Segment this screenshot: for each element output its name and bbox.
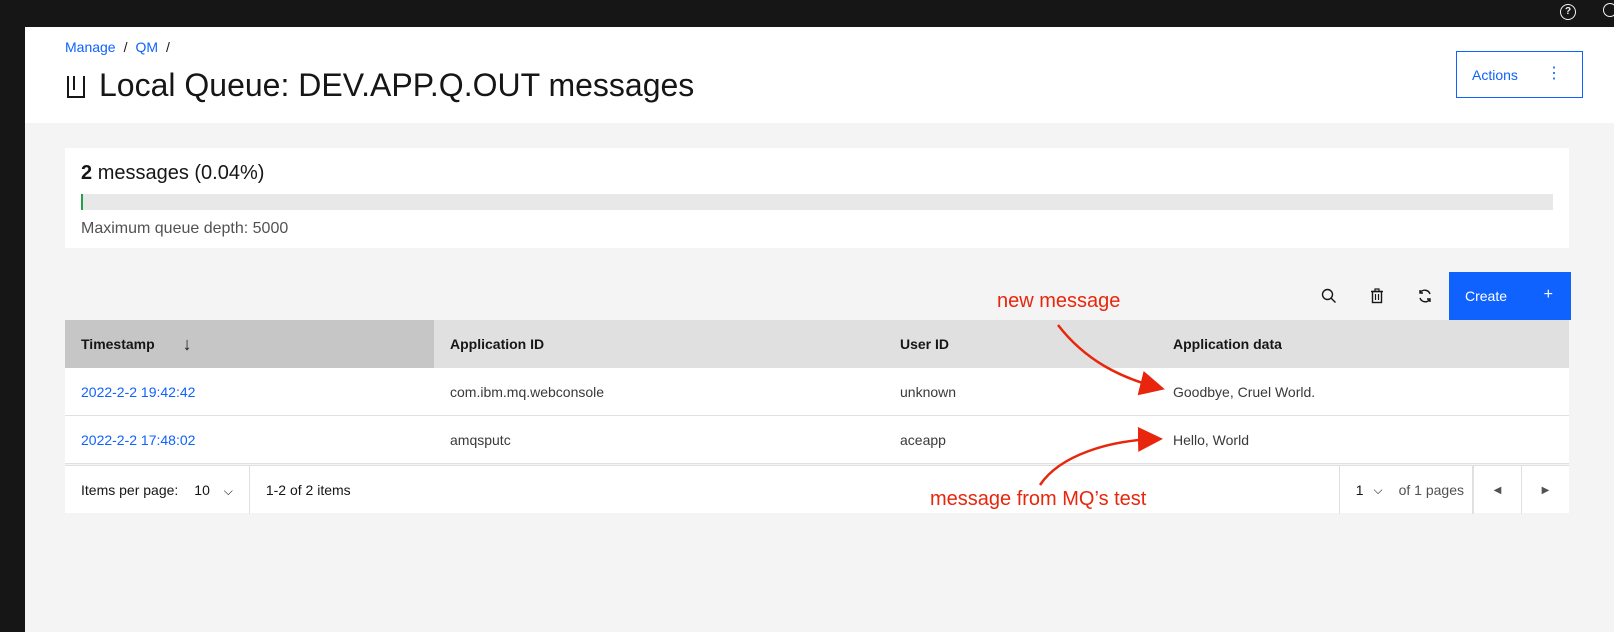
caret-right-icon: ▶ <box>1541 484 1550 496</box>
breadcrumb-separator: / <box>166 39 170 55</box>
timestamp-link[interactable]: 2022-2-2 19:42:42 <box>65 368 434 416</box>
pagination-bar: Items per page: 10 ⌵ 1-2 of 2 items 1 ⌵ … <box>65 465 1569 514</box>
items-per-page-select[interactable]: 10 ⌵ <box>194 482 233 499</box>
page-select-value: 1 <box>1355 482 1364 498</box>
actions-label: Actions <box>1472 66 1518 83</box>
table-row: 2022-2-2 19:42:42 com.ibm.mq.webconsole … <box>65 368 1569 416</box>
user-id-cell: unknown <box>900 384 957 400</box>
previous-page-button[interactable]: ◀ <box>1473 466 1521 514</box>
messages-table: Timestamp ↓ Application ID User ID Appli… <box>65 320 1569 464</box>
application-data-cell: Goodbye, Cruel World. <box>1173 384 1316 400</box>
column-header-label: User ID <box>900 336 950 352</box>
max-queue-depth: Maximum queue depth: 5000 <box>81 220 289 237</box>
column-header-application-data[interactable]: Application data <box>1157 320 1569 368</box>
overflow-menu-icon: ⋮ <box>1546 65 1562 82</box>
column-header-label: Application data <box>1173 336 1282 352</box>
top-bar: ? <box>0 0 1614 27</box>
message-count: 2 messages (0.04%) <box>81 162 264 185</box>
delete-button[interactable] <box>1353 272 1401 320</box>
column-header-user-id[interactable]: User ID <box>884 320 1157 368</box>
search-button[interactable] <box>1305 272 1353 320</box>
notification-icon[interactable] <box>1603 3 1614 17</box>
plus-icon: + <box>1543 286 1553 303</box>
column-header-timestamp[interactable]: Timestamp ↓ <box>65 320 434 368</box>
refresh-button[interactable] <box>1401 272 1449 320</box>
table-header: Timestamp ↓ Application ID User ID Appli… <box>65 320 1569 368</box>
message-count-suffix: messages (0.04%) <box>97 162 265 184</box>
queue-icon <box>65 74 87 98</box>
create-label: Create <box>1465 288 1508 304</box>
message-count-number: 2 <box>81 162 93 184</box>
create-button[interactable]: Create + <box>1449 272 1571 320</box>
items-per-page-value: 10 <box>194 481 210 498</box>
caret-left-icon: ◀ <box>1493 484 1502 496</box>
application-id-cell: com.ibm.mq.webconsole <box>450 384 605 400</box>
application-data-cell: Hello, World <box>1173 432 1249 448</box>
trash-icon <box>1371 288 1383 304</box>
column-header-label: Application ID <box>450 336 545 352</box>
chevron-down-icon: ⌵ <box>223 483 233 498</box>
items-per-page: Items per page: 10 ⌵ <box>65 466 250 514</box>
table-toolbar: Create + <box>1305 272 1571 320</box>
actions-button[interactable]: Actions ⋮ <box>1456 51 1583 98</box>
next-page-button[interactable]: ▶ <box>1521 466 1569 514</box>
breadcrumb-qm[interactable]: QM <box>135 39 158 55</box>
column-header-application-id[interactable]: Application ID <box>434 320 884 368</box>
queue-depth-card: 2 messages (0.04%) Maximum queue depth: … <box>65 148 1569 248</box>
application-id-cell: amqsputc <box>450 432 511 448</box>
left-nav-rail <box>0 27 25 632</box>
queue-depth-fill <box>81 194 83 210</box>
annotation-message-from-test: message from MQ’s test <box>930 488 1147 510</box>
chevron-down-icon: ⌵ <box>1373 482 1383 497</box>
page-select[interactable]: 1 ⌵ of 1 pages <box>1338 466 1473 514</box>
search-icon <box>1321 288 1336 303</box>
breadcrumb-manage[interactable]: Manage <box>65 39 116 55</box>
page-title-text: Local Queue: DEV.APP.Q.OUT messages <box>99 67 695 103</box>
table-row: 2022-2-2 17:48:02 amqsputc aceapp Hello,… <box>65 416 1569 464</box>
items-per-page-label: Items per page: <box>81 482 179 498</box>
column-header-label: Timestamp <box>81 336 155 352</box>
arrow-down-icon[interactable]: ↓ <box>183 334 192 355</box>
timestamp-link[interactable]: 2022-2-2 17:48:02 <box>65 416 434 464</box>
user-id-cell: aceapp <box>900 432 946 448</box>
page-header: Manage / QM / Local Queue: DEV.APP.Q.OUT… <box>25 27 1614 123</box>
page-title: Local Queue: DEV.APP.Q.OUT messages <box>65 67 694 104</box>
breadcrumb-separator: / <box>123 39 128 55</box>
help-icon[interactable]: ? <box>1560 4 1576 20</box>
item-range: 1-2 of 2 items <box>265 482 351 498</box>
breadcrumb: Manage / QM / <box>65 39 170 55</box>
refresh-icon <box>1419 289 1431 303</box>
total-pages-text: of 1 pages <box>1398 482 1464 498</box>
annotation-new-message: new message <box>997 290 1121 312</box>
queue-depth-bar <box>81 194 1553 210</box>
